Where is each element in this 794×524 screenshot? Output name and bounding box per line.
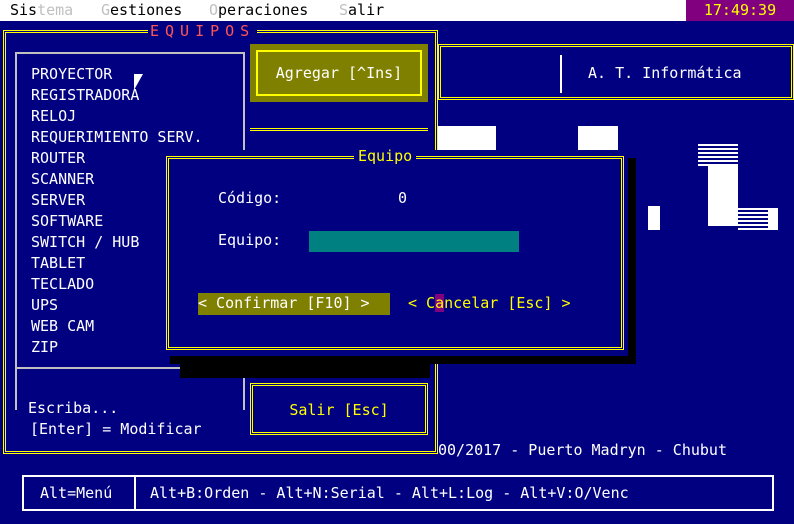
list-item[interactable]: SCANNER xyxy=(31,169,94,190)
list-item[interactable]: ROUTER xyxy=(31,148,85,169)
dialog-shadow xyxy=(180,356,430,378)
dialog-frame xyxy=(166,156,624,350)
equipo-label: Equipo: xyxy=(218,231,282,249)
menu-sistema-hot: Sis xyxy=(10,1,38,19)
menu-salir-rest: alir xyxy=(348,1,385,19)
add-button[interactable]: Agregar [^Ins] xyxy=(250,44,428,102)
list-item[interactable]: SWITCH / HUB xyxy=(31,232,139,253)
menu-gestiones[interactable]: Gestiones xyxy=(101,0,182,21)
list-item[interactable]: TECLADO xyxy=(31,274,94,295)
cancel-button[interactable]: < Cancelar [Esc] > xyxy=(408,293,588,315)
code-label: Código: xyxy=(218,189,282,207)
list-item[interactable]: TABLET xyxy=(31,253,85,274)
cancel-hotkey: a xyxy=(435,294,445,312)
list-item[interactable]: REQUERIMIENTO SERV. xyxy=(31,127,203,148)
list-item[interactable]: RELOJ xyxy=(31,106,76,127)
logo-hatch xyxy=(698,144,738,166)
menu-bar: Sistema Gestiones Operaciones Salir xyxy=(0,0,794,21)
menu-operaciones-rest: peraciones xyxy=(218,1,309,19)
list-item[interactable]: ZIP xyxy=(31,337,58,358)
confirm-button[interactable]: < Confirmar [F10] > xyxy=(198,293,390,315)
menu-gestiones-hot: G xyxy=(101,1,111,19)
clock: 17:49:39 xyxy=(686,0,794,21)
enter-hint: [Enter] = Modificar xyxy=(30,420,202,438)
menu-salir-hot: S xyxy=(339,1,349,19)
exit-button-label: Salir [Esc] xyxy=(289,401,389,419)
list-item[interactable]: SOFTWARE xyxy=(31,211,103,232)
add-button-label: Agregar [^Ins] xyxy=(256,50,422,96)
menu-sistema-rest: tema xyxy=(37,1,74,19)
cancel-label-pre: < C xyxy=(408,294,436,312)
logo-block xyxy=(648,206,660,230)
search-prompt[interactable]: Escriba... xyxy=(28,398,118,419)
list-item[interactable]: WEB CAM xyxy=(31,316,94,337)
status-divider xyxy=(134,477,136,509)
menu-operaciones-hot: O xyxy=(209,1,219,19)
menu-hint: Alt=Menú xyxy=(40,484,113,502)
menu-gestiones-rest: estiones xyxy=(110,1,183,19)
menu-sistema[interactable]: Sistema xyxy=(10,0,73,21)
cancel-label-post: ncelar [Esc] > xyxy=(444,294,571,312)
shortcuts-hint: Alt+B:Orden - Alt+N:Serial - Alt+L:Log -… xyxy=(150,484,629,502)
list-item[interactable]: SERVER xyxy=(31,190,85,211)
equipo-dialog xyxy=(162,150,628,356)
brand-box: A. T. Informática xyxy=(560,55,780,93)
mouse-cursor-icon xyxy=(134,74,143,90)
menu-operaciones[interactable]: Operaciones xyxy=(209,0,308,21)
exit-button[interactable]: Salir [Esc] xyxy=(250,383,428,435)
logo-block xyxy=(708,166,738,226)
list-item[interactable]: PROYECTOR xyxy=(31,64,112,85)
code-value: 0 xyxy=(398,189,408,207)
footer-location: 00/2017 - Puerto Madryn - Chubut xyxy=(438,441,727,459)
equipo-input[interactable] xyxy=(309,231,519,252)
brand-label: A. T. Informática xyxy=(588,64,742,82)
list-item[interactable]: UPS xyxy=(31,295,58,316)
dialog-title: Equipo xyxy=(354,146,417,167)
status-bar: Alt=Menú Alt+B:Orden - Alt+N:Serial - Al… xyxy=(22,475,774,511)
list-item[interactable]: REGISTRADORA xyxy=(31,85,139,106)
logo-block xyxy=(768,210,778,230)
menu-salir[interactable]: Salir xyxy=(339,0,384,21)
equipos-window-title: EQUIPOS xyxy=(148,21,258,42)
